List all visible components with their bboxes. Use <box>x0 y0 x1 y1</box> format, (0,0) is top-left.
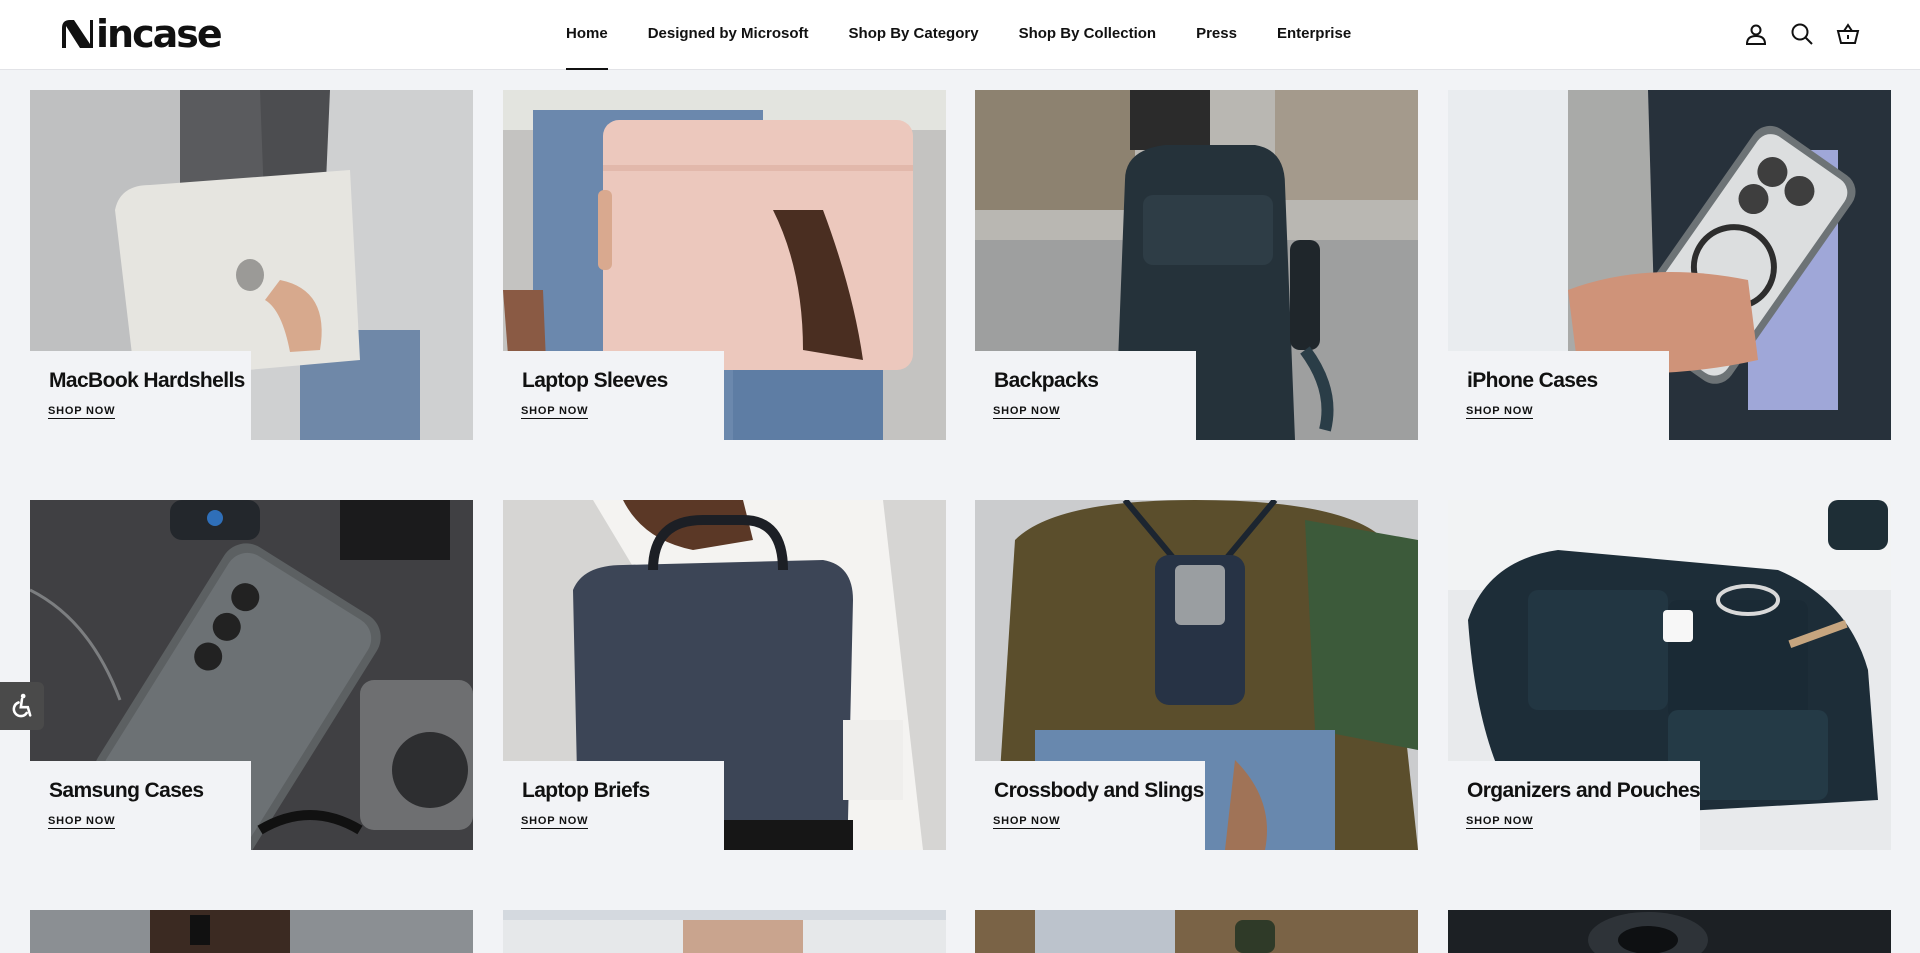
shop-now-link[interactable]: SHOP NOW <box>1466 815 1534 829</box>
category-card-row3-1[interactable] <box>30 910 473 953</box>
shop-now-link[interactable]: SHOP NOW <box>521 405 589 419</box>
category-label-box: Crossbody and Slings SHOP NOW <box>975 761 1205 850</box>
nav-item-shop-by-category[interactable]: Shop By Category <box>849 0 979 70</box>
category-label-box: Organizers and Pouches SHOP NOW <box>1448 761 1701 850</box>
nav-item-press[interactable]: Press <box>1196 0 1237 70</box>
category-card-macbook-hardshells[interactable]: MacBook Hardshells SHOP NOW <box>30 90 473 440</box>
category-title: Samsung Cases <box>49 779 204 802</box>
category-label-box: Backpacks SHOP NOW <box>975 351 1196 440</box>
category-card-crossbody-and-slings[interactable]: Crossbody and Slings SHOP NOW <box>975 500 1418 850</box>
main-nav: Home Designed by Microsoft Shop By Categ… <box>566 0 1391 70</box>
shop-now-link[interactable]: SHOP NOW <box>993 405 1061 419</box>
category-title: Backpacks <box>994 369 1099 392</box>
category-label-box: MacBook Hardshells SHOP NOW <box>30 351 251 440</box>
category-title: Laptop Briefs <box>522 779 650 802</box>
shop-now-link[interactable]: SHOP NOW <box>1466 405 1534 419</box>
shop-now-link[interactable]: SHOP NOW <box>48 815 116 829</box>
header-icons <box>1744 22 1860 46</box>
category-label-box: iPhone Cases SHOP NOW <box>1448 351 1669 440</box>
category-card-backpacks[interactable]: Backpacks SHOP NOW <box>975 90 1418 440</box>
category-label-box: Laptop Sleeves SHOP NOW <box>503 351 724 440</box>
site-header: incase Home Designed by Microsoft Shop B… <box>0 0 1920 70</box>
category-card-samsung-cases[interactable]: Samsung Cases SHOP NOW <box>30 500 473 850</box>
logo-wordmark: incase <box>96 12 223 56</box>
category-label-box: Samsung Cases SHOP NOW <box>30 761 251 850</box>
category-title: iPhone Cases <box>1467 369 1598 392</box>
incase-logo[interactable]: incase <box>60 12 223 56</box>
nav-item-shop-by-collection[interactable]: Shop By Collection <box>1019 0 1157 70</box>
category-image-row3-1 <box>30 910 473 953</box>
category-card-laptop-briefs[interactable]: Laptop Briefs SHOP NOW <box>503 500 946 850</box>
category-title: Laptop Sleeves <box>522 369 668 392</box>
account-icon[interactable] <box>1744 22 1768 46</box>
accessibility-button[interactable] <box>0 682 44 730</box>
category-title: Organizers and Pouches <box>1467 779 1701 802</box>
accessibility-icon <box>12 693 32 718</box>
category-card-row3-3[interactable] <box>975 910 1418 953</box>
shop-now-link[interactable]: SHOP NOW <box>993 815 1061 829</box>
category-card-row3-4[interactable] <box>1448 910 1891 953</box>
shop-now-link[interactable]: SHOP NOW <box>48 405 116 419</box>
incase-logo-mark <box>62 20 93 48</box>
nav-item-enterprise[interactable]: Enterprise <box>1277 0 1351 70</box>
category-label-box: Laptop Briefs SHOP NOW <box>503 761 724 850</box>
category-card-iphone-cases[interactable]: iPhone Cases SHOP NOW <box>1448 90 1891 440</box>
category-card-laptop-sleeves[interactable]: Laptop Sleeves SHOP NOW <box>503 90 946 440</box>
nav-item-designed-by-microsoft[interactable]: Designed by Microsoft <box>648 0 809 70</box>
category-image-row3-4 <box>1448 910 1891 953</box>
nav-item-home[interactable]: Home <box>566 0 608 70</box>
category-title: Crossbody and Slings <box>994 779 1204 802</box>
category-card-organizers-and-pouches[interactable]: Organizers and Pouches SHOP NOW <box>1448 500 1891 850</box>
cart-icon[interactable] <box>1836 22 1860 46</box>
shop-now-link[interactable]: SHOP NOW <box>521 815 589 829</box>
category-card-row3-2[interactable] <box>503 910 946 953</box>
category-title: MacBook Hardshells <box>49 369 245 392</box>
category-image-row3-3 <box>975 910 1418 953</box>
search-icon[interactable] <box>1790 22 1814 46</box>
category-image-row3-2 <box>503 910 946 953</box>
